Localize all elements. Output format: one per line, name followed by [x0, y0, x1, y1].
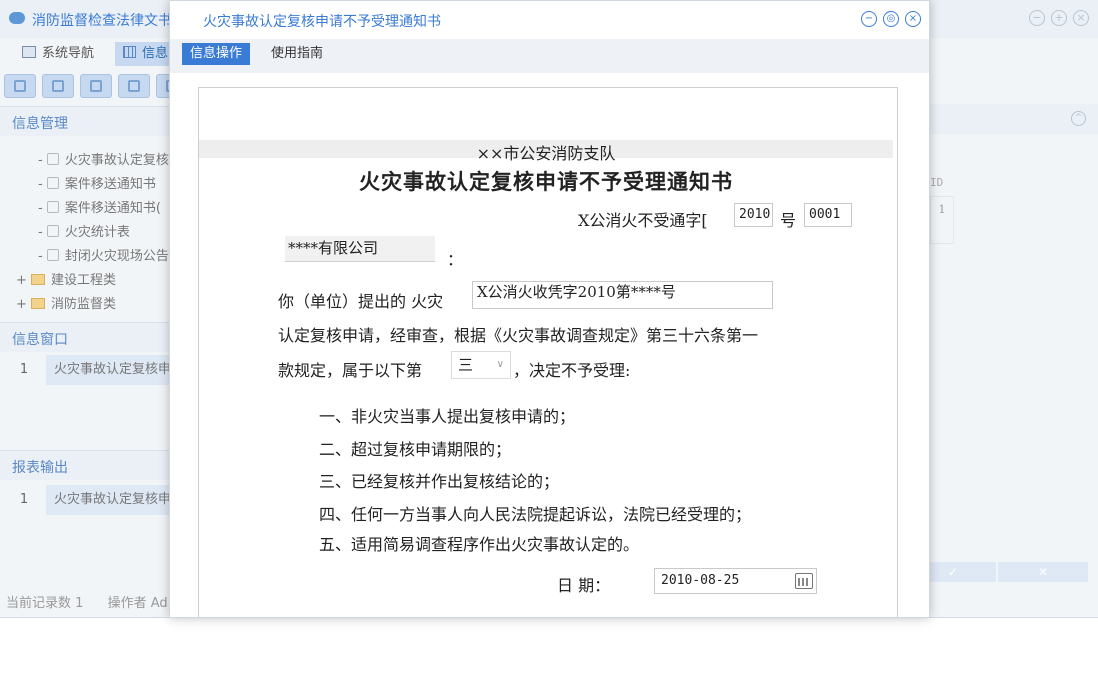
clause-item: 一、非火灾当事人提出复核申请的； — [319, 407, 576, 426]
list-item[interactable]: 1 火灾事故认定复核申 — [4, 485, 170, 515]
operator-value: Ad — [150, 596, 168, 611]
list-item-number: 1 — [19, 492, 29, 507]
tree-folder-label: 消防监督类 — [51, 297, 117, 312]
users-icon — [128, 80, 140, 92]
panel-info-manage-header[interactable]: 信息管理 — [0, 106, 170, 136]
modal-dialog: 火灾事故认定复核申请不予受理通知书 − ◎ × 信息操作 使用指南 ××市公安消… — [169, 0, 930, 618]
modal-title: 火灾事故认定复核申请不予受理通知书 — [203, 14, 441, 30]
toolbar-search-button[interactable] — [4, 74, 36, 98]
app-logo-icon — [9, 12, 25, 24]
date-label: 日 期： — [557, 576, 611, 595]
document-title: 火灾事故认定复核申请不予受理通知书 — [359, 169, 733, 194]
app-maximize-icon[interactable]: + — [1051, 10, 1067, 26]
tree-item[interactable]: - 火灾事故认定复核 — [38, 149, 169, 168]
column-header-id: ID — [930, 176, 944, 189]
date-value: 2010-08-25 — [661, 573, 740, 588]
tree-folder-label: 建设工程类 — [51, 273, 117, 288]
ref-hao-label: 号 — [780, 211, 797, 230]
tree-item-label: 封闭火灾现场公告 — [64, 249, 169, 264]
list-item[interactable]: 1 火灾事故认定复核申 — [4, 355, 170, 385]
collapse-icon[interactable]: ^ — [1071, 111, 1086, 126]
toolbar-document-button[interactable] — [80, 74, 112, 98]
tree-folder[interactable]: + 建设工程类 — [16, 269, 116, 288]
tree-item[interactable]: - 火灾统计表 — [38, 221, 130, 240]
tree-item[interactable]: - 封闭火灾现场公告 — [38, 245, 169, 264]
list-item-label: 火灾事故认定复核申 — [46, 355, 170, 385]
modal-restore-icon[interactable]: ◎ — [883, 11, 899, 27]
tree-item-label: 火灾事故认定复核 — [64, 153, 169, 168]
tab-info-label: 信息 — [142, 46, 169, 61]
tree-item-label: 案件移送通知书( — [64, 201, 161, 216]
calendar-icon[interactable] — [795, 573, 813, 589]
wrench-icon — [46, 201, 59, 213]
folder-icon — [31, 298, 46, 309]
panel-info-manage-title: 信息管理 — [12, 116, 68, 132]
panel-info-window-header[interactable]: 信息窗口 — [0, 322, 170, 352]
toolbar-list-button[interactable] — [42, 74, 74, 98]
company-colon: ： — [447, 250, 464, 269]
clause-item: 四、任何一方当事人向人民法院提起诉讼，法院已经受理的； — [319, 505, 752, 524]
ref-prefix: X公消火不受通字[ — [578, 211, 708, 230]
tab-info[interactable]: 信息 — [115, 42, 177, 66]
list-icon — [52, 80, 64, 92]
status-bar: 当前记录数 1 操作者 Ad — [6, 592, 168, 611]
modal-title-bar: 火灾事故认定复核申请不予受理通知书 − ◎ × — [170, 1, 929, 39]
cancel-button[interactable]: ✕ — [998, 562, 1088, 582]
item-number-value: 三 — [458, 356, 474, 374]
search-icon — [14, 80, 26, 92]
panel-info-window-title: 信息窗口 — [12, 332, 68, 348]
clause-item: 二、超过复核申请期限的； — [319, 440, 512, 459]
notice-document: ××市公安消防支队 火灾事故认定复核申请不予受理通知书 X公消火不受通字[ 20… — [198, 87, 898, 617]
panel-report-output-header[interactable]: 报表输出 — [0, 450, 170, 480]
wrench-icon — [46, 249, 59, 261]
modal-minimize-icon[interactable]: − — [861, 11, 877, 27]
tree-item-label: 火灾统计表 — [64, 225, 130, 240]
wrench-icon — [46, 225, 59, 237]
operator-label: 操作者 — [107, 596, 147, 611]
tab-user-guide[interactable]: 使用指南 — [271, 43, 323, 65]
toolbar-users-button[interactable] — [118, 74, 150, 98]
tab-info-operation[interactable]: 信息操作 — [182, 43, 251, 65]
tree-item[interactable]: - 案件移送通知书( — [38, 197, 161, 216]
clause-item: 五、适用简易调查程序作出火灾事故认定的。 — [319, 535, 640, 554]
tab-system-nav[interactable]: 系统导航 — [22, 42, 94, 66]
modal-close-icon[interactable]: × — [905, 11, 921, 27]
table-cell-id[interactable]: 1 — [930, 196, 954, 244]
app-title: 消防监督检查法律文书 — [32, 13, 172, 29]
date-field[interactable]: 2010-08-25 — [654, 568, 817, 594]
body-line-2: 认定复核申请，经审查，根据《火灾事故调查规定》第三十六条第一 — [278, 326, 759, 345]
record-count-value: 1 — [75, 596, 84, 611]
wrench-icon — [46, 153, 59, 165]
clause-item: 三、已经复核并作出复核结论的； — [319, 472, 560, 491]
wrench-icon — [46, 177, 59, 189]
item-number-select[interactable]: 三 ∨ — [451, 351, 511, 379]
folder-icon — [31, 274, 46, 285]
body-line-3-prefix: 款规定，属于以下第 — [278, 361, 423, 380]
grid-icon — [123, 46, 136, 58]
panel-report-output-title: 报表输出 — [12, 460, 68, 476]
list-item-label: 火灾事故认定复核申 — [46, 485, 170, 515]
receipt-ref-field[interactable]: X公消火收凭字2010第****号 — [472, 281, 773, 309]
body-line-1: 你（单位）提出的 火灾 — [278, 292, 444, 311]
app-close-icon[interactable]: × — [1073, 10, 1089, 26]
app-minimize-icon[interactable]: − — [1029, 10, 1045, 26]
company-field[interactable]: ****有限公司 — [285, 236, 435, 262]
chevron-down-icon: ∨ — [496, 359, 504, 370]
tab-system-nav-label: 系统导航 — [42, 46, 95, 61]
body-line-3-suffix: ，决定不予受理: — [513, 361, 631, 380]
list-item-number: 1 — [19, 362, 29, 377]
ref-number-field[interactable]: 0001 — [804, 203, 852, 227]
tree-item-label: 案件移送通知书 — [64, 177, 156, 192]
tree-folder[interactable]: + 消防监督类 — [16, 293, 116, 312]
ref-year-field[interactable]: 2010 — [734, 203, 773, 227]
modal-tabs: 信息操作 使用指南 — [170, 39, 929, 73]
monitor-icon — [22, 46, 36, 58]
record-count-label: 当前记录数 — [6, 596, 72, 611]
document-icon — [90, 80, 102, 92]
tree-item[interactable]: - 案件移送通知书 — [38, 173, 156, 192]
document-issuer: ××市公安消防支队 — [199, 140, 893, 163]
